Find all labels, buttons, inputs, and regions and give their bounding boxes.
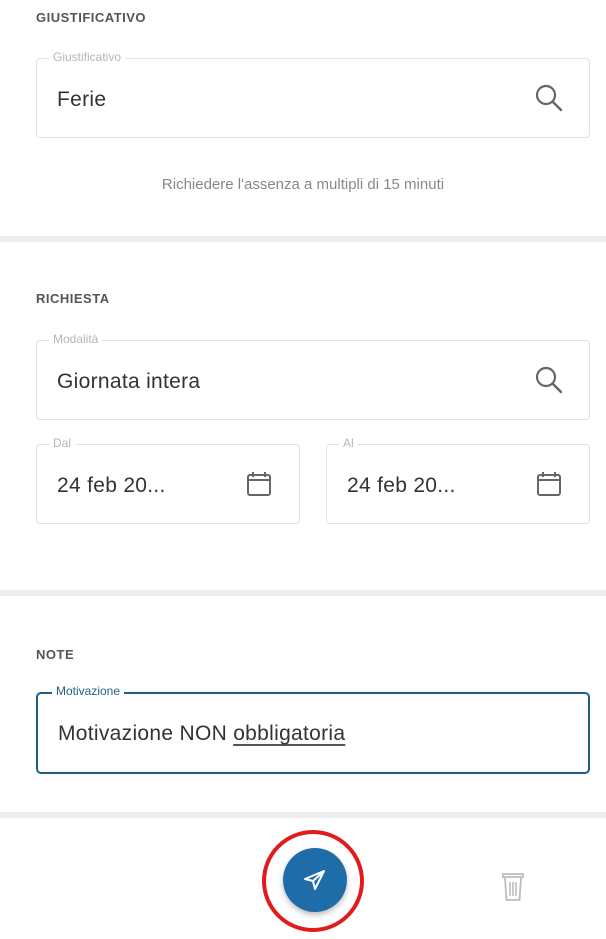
giustificativo-field-label: Giustificativo xyxy=(49,50,126,64)
section-divider xyxy=(0,590,606,596)
modalita-field-label: Modalità xyxy=(49,332,103,346)
send-button[interactable] xyxy=(283,848,347,912)
calendar-icon[interactable] xyxy=(241,466,277,502)
section-divider xyxy=(0,812,606,818)
calendar-icon[interactable] xyxy=(531,466,567,502)
al-field-value: 24 feb 20... xyxy=(347,474,456,497)
section-title-richiesta: RICHIESTA xyxy=(36,291,110,306)
modalita-field-value: Giornata intera xyxy=(57,370,201,393)
dal-field-label: Dal xyxy=(49,436,76,450)
dal-field-value: 24 feb 20... xyxy=(57,474,166,497)
giustificativo-field-value: Ferie xyxy=(57,88,107,111)
motivazione-field[interactable]: Motivazione Motivazione NON obbligatoria xyxy=(36,684,590,774)
motivazione-value-text: Motivazione NON xyxy=(58,722,234,745)
section-title-note: NOTE xyxy=(36,647,75,662)
modalita-field[interactable]: Modalità Giornata intera xyxy=(36,332,590,420)
al-date-field[interactable]: Al 24 feb 20... xyxy=(326,436,590,524)
motivazione-field-value: Motivazione NON obbligatoria xyxy=(58,722,345,746)
motivazione-value-underlined: obbligatoria xyxy=(233,722,346,745)
section-title-giustificativo: GIUSTIFICATIVO xyxy=(36,10,147,25)
delete-button[interactable] xyxy=(498,870,528,904)
hint-text: Richiedere l'assenza a multipli di 15 mi… xyxy=(161,176,445,193)
dal-date-field[interactable]: Dal 24 feb 20... xyxy=(36,436,300,524)
motivazione-field-label: Motivazione xyxy=(52,684,125,698)
search-icon[interactable] xyxy=(531,80,567,116)
search-icon[interactable] xyxy=(531,362,567,398)
giustificativo-field[interactable]: Giustificativo Ferie xyxy=(36,50,590,138)
al-field-label: Al xyxy=(339,436,358,450)
trash-icon xyxy=(498,870,528,909)
send-icon xyxy=(301,866,329,894)
section-divider xyxy=(0,236,606,242)
